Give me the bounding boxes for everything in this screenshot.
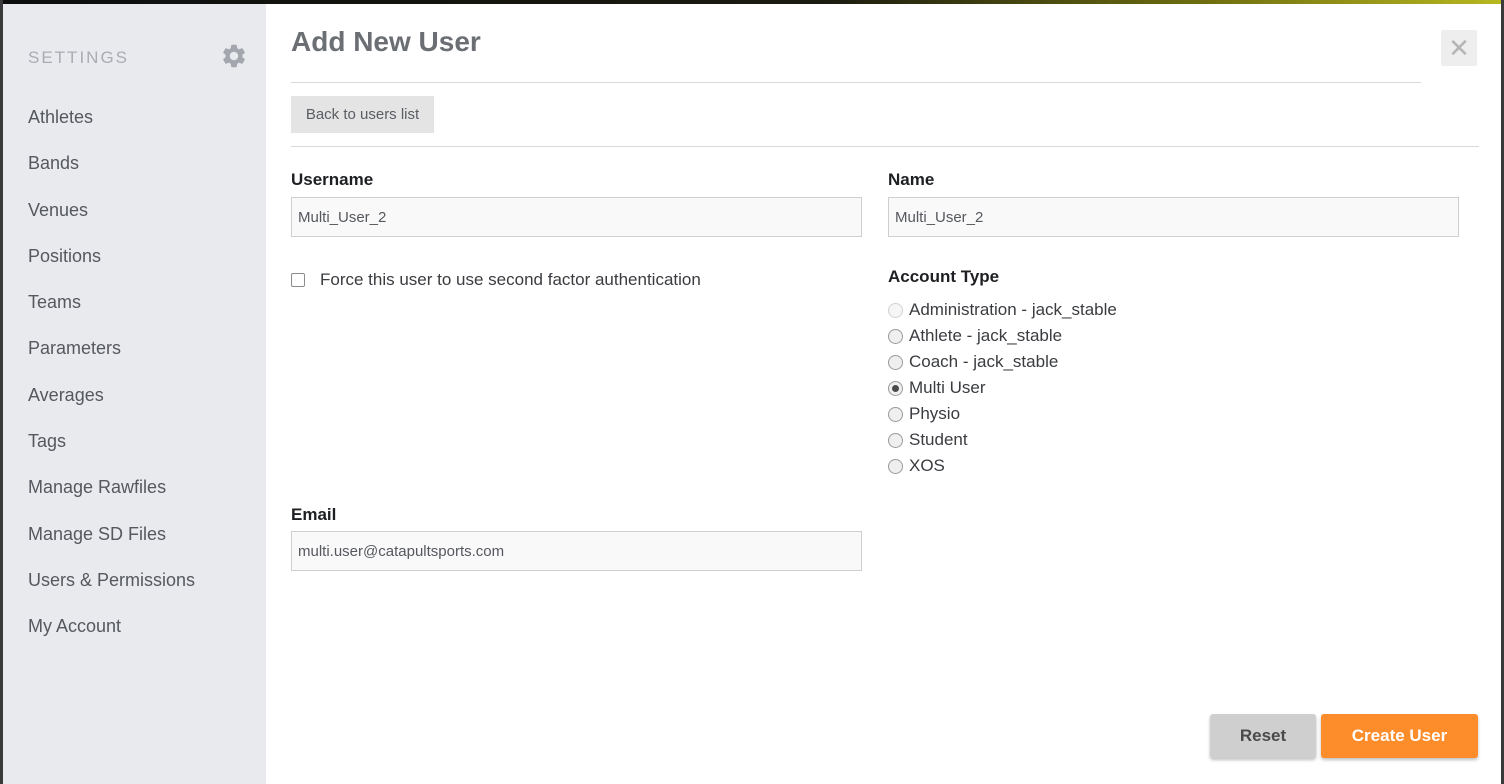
- radio-administration: [888, 302, 903, 318]
- page-title: Add New User: [291, 26, 481, 57]
- name-input[interactable]: [888, 197, 1459, 237]
- account-type-option-coach[interactable]: Coach - jack_stable: [888, 349, 1117, 375]
- sidebar-item-positions[interactable]: Positions: [28, 239, 195, 285]
- gear-icon[interactable]: [220, 42, 248, 70]
- add-user-form-panel: Add New User ✕ Back to users list Userna…: [291, 4, 1481, 784]
- settings-nav: Athletes Bands Venues Positions Teams Pa…: [28, 100, 195, 656]
- radio-label-coach: Coach - jack_stable: [909, 352, 1059, 371]
- radio-label-xos: XOS: [909, 456, 945, 475]
- username-label: Username: [291, 170, 374, 189]
- radio-athlete[interactable]: [888, 328, 903, 344]
- radio-label-athlete: Athlete - jack_stable: [909, 326, 1063, 345]
- radio-label-student: Student: [909, 430, 968, 449]
- add-user-modal: SETTINGS Athletes Bands Venues Positions…: [3, 4, 1501, 784]
- sidebar-item-bands[interactable]: Bands: [28, 146, 195, 192]
- account-type-label: Account Type: [888, 267, 1000, 286]
- email-label: Email: [291, 505, 337, 524]
- sidebar-title: SETTINGS: [28, 48, 130, 67]
- sidebar-item-athletes[interactable]: Athletes: [28, 100, 195, 146]
- sidebar-item-users-permissions[interactable]: Users & Permissions: [28, 563, 195, 609]
- account-type-option-xos[interactable]: XOS: [888, 453, 1117, 479]
- radio-xos[interactable]: [888, 458, 903, 474]
- settings-sidebar: SETTINGS Athletes Bands Venues Positions…: [3, 4, 266, 784]
- sidebar-item-averages[interactable]: Averages: [28, 378, 195, 424]
- radio-label-multi-user: Multi User: [909, 378, 986, 397]
- create-user-button[interactable]: Create User: [1321, 714, 1478, 758]
- close-icon: ✕: [1448, 32, 1470, 63]
- back-to-users-button[interactable]: Back to users list: [291, 96, 434, 133]
- username-input[interactable]: [291, 197, 862, 237]
- name-label: Name: [888, 170, 935, 189]
- close-button[interactable]: ✕: [1441, 30, 1477, 66]
- radio-student[interactable]: [888, 432, 903, 448]
- sidebar-item-venues[interactable]: Venues: [28, 193, 195, 239]
- radio-coach[interactable]: [888, 354, 903, 370]
- radio-physio[interactable]: [888, 406, 903, 422]
- reset-button[interactable]: Reset: [1210, 714, 1316, 758]
- two-factor-checkbox[interactable]: [291, 273, 305, 287]
- radio-multi-user[interactable]: [888, 380, 903, 396]
- sidebar-item-parameters[interactable]: Parameters: [28, 331, 195, 377]
- sidebar-item-manage-sd-files[interactable]: Manage SD Files: [28, 517, 195, 563]
- account-type-option-student[interactable]: Student: [888, 427, 1117, 453]
- email-input[interactable]: [291, 531, 862, 571]
- sidebar-item-manage-rawfiles[interactable]: Manage Rawfiles: [28, 470, 195, 516]
- account-type-option-physio[interactable]: Physio: [888, 401, 1117, 427]
- form-divider: [291, 146, 1479, 147]
- account-type-option-administration: Administration - jack_stable: [888, 297, 1117, 323]
- sidebar-item-tags[interactable]: Tags: [28, 424, 195, 470]
- account-type-option-multi-user[interactable]: Multi User: [888, 375, 1117, 401]
- account-type-option-athlete[interactable]: Athlete - jack_stable: [888, 323, 1117, 349]
- two-factor-row[interactable]: Force this user to use second factor aut…: [291, 270, 701, 290]
- sidebar-item-teams[interactable]: Teams: [28, 285, 195, 331]
- radio-label-administration: Administration - jack_stable: [909, 300, 1117, 319]
- radio-label-physio: Physio: [909, 404, 961, 423]
- title-divider: [291, 82, 1421, 83]
- sidebar-item-my-account[interactable]: My Account: [28, 609, 195, 655]
- account-type-radio-group: Administration - jack_stable Athlete - j…: [888, 297, 1117, 479]
- sidebar-header: SETTINGS: [28, 42, 248, 72]
- two-factor-label: Force this user to use second factor aut…: [320, 270, 701, 289]
